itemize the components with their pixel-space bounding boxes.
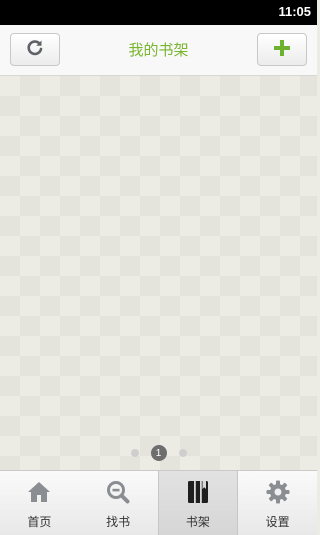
tab-home-label: 首页: [27, 515, 52, 529]
bookshelf-icon: [185, 479, 211, 505]
status-bar: 11:05: [0, 0, 317, 25]
tab-settings[interactable]: 设置: [238, 471, 317, 535]
page-dot[interactable]: [130, 449, 139, 457]
header-bar: 我的书架: [0, 25, 317, 76]
tab-find-books[interactable]: 找书: [79, 471, 158, 535]
page-title: 我的书架: [128, 41, 189, 59]
page-indicator: 1: [0, 444, 317, 462]
home-icon: [26, 479, 52, 505]
plus-icon: [273, 39, 291, 61]
bookshelf-area[interactable]: [0, 76, 317, 470]
page-dot-current[interactable]: 1: [150, 445, 167, 461]
status-time: 11:05: [278, 4, 311, 19]
tab-settings-label: 设置: [265, 515, 290, 529]
tab-bookshelf-label: 书架: [185, 515, 210, 529]
refresh-button[interactable]: [10, 33, 60, 66]
bottom-tab-bar: 首页 找书 书架 设置: [0, 470, 317, 535]
tab-home[interactable]: 首页: [0, 471, 79, 535]
tab-bookshelf[interactable]: 书架: [157, 471, 239, 535]
page-dot[interactable]: [178, 449, 187, 457]
refresh-icon: [26, 39, 44, 61]
add-book-button[interactable]: [257, 33, 307, 66]
search-book-icon: [105, 479, 131, 505]
gear-icon: [265, 479, 291, 505]
tab-find-books-label: 找书: [106, 515, 131, 529]
